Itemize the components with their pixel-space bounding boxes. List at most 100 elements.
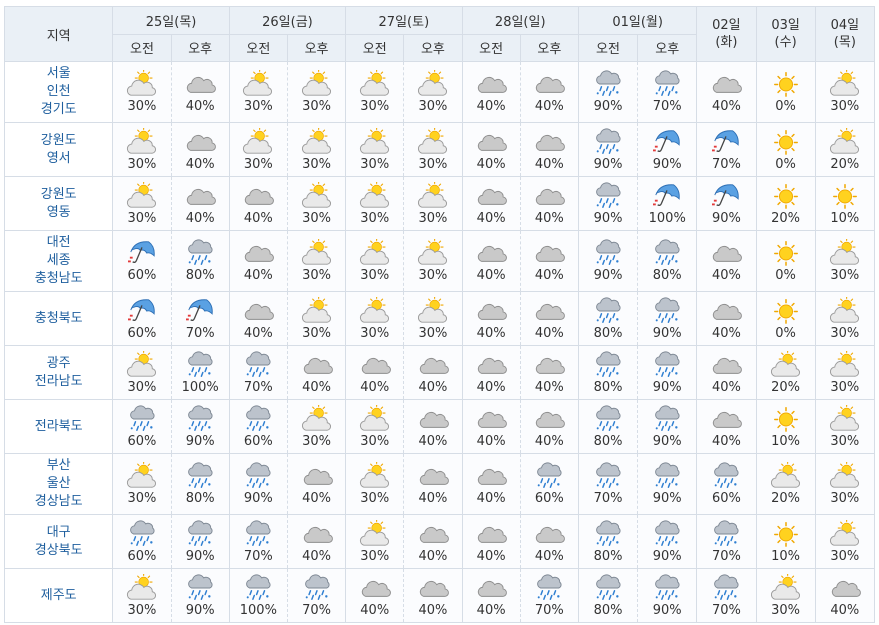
forecast-cell: 40% — [461, 230, 521, 292]
precip-probability: 90% — [593, 156, 623, 172]
precip-probability: 30% — [302, 268, 331, 283]
forecast-cell: 90% — [228, 453, 288, 515]
rain-snow-icon — [596, 70, 621, 96]
precip-probability: 30% — [360, 268, 390, 283]
forecast-cell: 70% — [170, 291, 230, 346]
forecast-cell: 30% — [345, 291, 405, 346]
precip-probability: 70% — [711, 548, 741, 564]
precip-probability: 90% — [652, 548, 682, 564]
forecast-cell: 30% — [112, 453, 172, 515]
precip-probability: 40% — [360, 379, 390, 395]
day-header: 26일(금) — [228, 6, 347, 35]
forecast-cell: 80% — [577, 514, 639, 569]
partly-cloudy-icon — [301, 404, 331, 431]
precip-probability: 40% — [418, 548, 448, 564]
precip-probability: 100% — [648, 210, 686, 226]
precip-probability: 30% — [360, 433, 390, 449]
forecast-cell: 0% — [755, 122, 816, 177]
precip-probability: 90% — [652, 491, 682, 506]
precip-probability: 70% — [711, 602, 741, 618]
forecast-cell: 90% — [170, 514, 230, 569]
precip-probability: 40% — [476, 325, 506, 341]
sunny-icon — [773, 241, 798, 266]
rain-snow-icon — [596, 462, 621, 488]
sunny-icon — [773, 183, 798, 209]
umbrella-icon — [186, 298, 213, 321]
precip-probability: 40% — [711, 379, 741, 395]
partly-cloudy-icon — [301, 127, 331, 154]
header-row-days: 지역 25일(목) 26일(금) 27일(토) 28일(일) 01일(월) 02일 (화) 03… — [3, 6, 876, 62]
precip-probability: 40% — [534, 268, 564, 283]
forecast-cell: 30% — [286, 176, 347, 231]
partly-cloudy-icon — [417, 181, 447, 208]
precip-probability: 40% — [534, 379, 564, 395]
forecast-cell: 40% — [519, 61, 579, 123]
forecast-cell: 10% — [755, 399, 816, 454]
precip-probability: 40% — [711, 325, 741, 341]
forecast-cell: 60% — [696, 453, 757, 515]
day-header: 28일(일) — [461, 6, 579, 35]
rain-snow-icon — [714, 462, 739, 488]
forecast-cell: 10% — [814, 176, 876, 231]
rain-snow-icon — [246, 404, 271, 431]
precip-probability: 30% — [830, 99, 860, 114]
rain-snow-icon — [188, 404, 213, 431]
precip-probability: 90% — [652, 433, 682, 449]
rain-snow-icon — [304, 573, 330, 600]
forecast-cell: 90% — [637, 568, 698, 623]
forecast-cell: 30% — [286, 122, 347, 177]
day-header: 01일(월) — [577, 6, 698, 35]
forecast-cell: 30% — [345, 399, 405, 454]
partly-cloudy-icon — [301, 239, 331, 265]
forecast-cell: 70% — [286, 568, 347, 623]
region-column-header: 지역 — [3, 6, 114, 62]
rain-snow-icon — [246, 350, 271, 377]
precip-probability: 80% — [652, 268, 682, 283]
partly-cloudy-icon — [829, 404, 859, 431]
precip-probability: 40% — [534, 548, 564, 564]
precip-probability: 70% — [302, 602, 331, 618]
precip-probability: 30% — [302, 210, 331, 226]
forecast-cell: 40% — [403, 399, 463, 454]
rain-snow-icon — [596, 127, 621, 154]
rain-snow-icon — [188, 519, 213, 546]
forecast-cell: 40% — [403, 345, 463, 400]
precip-probability: 20% — [771, 210, 801, 226]
weekly-forecast-table: 지역 25일(목) 26일(금) 27일(토) 28일(일) 01일(월) 02일 (화) 03… — [3, 6, 876, 623]
region-name: 전라북도 — [3, 399, 114, 454]
forecast-cell: 90% — [577, 176, 639, 231]
day-header: 27일(토) — [345, 6, 463, 35]
precip-probability: 30% — [127, 210, 157, 226]
forecast-cell: 40% — [286, 345, 347, 400]
rain-snow-icon — [596, 350, 621, 377]
precip-probability: 30% — [830, 548, 860, 564]
cloudy-icon — [477, 134, 508, 151]
forecast-cell: 40% — [696, 230, 757, 292]
partly-cloudy-icon — [829, 70, 859, 96]
precip-probability: 30% — [418, 99, 448, 114]
cloudy-icon — [477, 188, 508, 205]
precip-probability: 10% — [771, 433, 801, 449]
cloudy-icon — [303, 468, 333, 485]
partly-cloudy-icon — [359, 296, 389, 323]
precip-probability: 60% — [127, 325, 157, 341]
partly-cloudy-icon — [126, 70, 156, 96]
precip-probability: 80% — [593, 433, 623, 449]
forecast-cell: 30% — [755, 568, 816, 623]
forecast-cell: 0% — [755, 230, 816, 292]
partly-cloudy-icon — [359, 462, 389, 488]
partly-cloudy-icon — [359, 519, 389, 546]
precip-probability: 30% — [127, 602, 157, 618]
precip-probability: 40% — [243, 210, 273, 226]
rain-snow-icon — [130, 404, 155, 431]
forecast-cell: 70% — [696, 122, 757, 177]
region-name: 대전 세종 충청남도 — [3, 230, 114, 292]
forecast-cell: 30% — [814, 230, 876, 292]
day-header: 25일(목) — [112, 6, 230, 35]
table-header: 지역 25일(목) 26일(금) 27일(토) 28일(일) 01일(월) 02일 (화) 03… — [3, 6, 876, 62]
cloudy-icon — [419, 411, 449, 428]
precip-probability: 10% — [771, 548, 801, 564]
forecast-cell: 60% — [112, 514, 172, 569]
forecast-cell: 40% — [170, 122, 230, 177]
precip-probability: 40% — [243, 325, 273, 341]
